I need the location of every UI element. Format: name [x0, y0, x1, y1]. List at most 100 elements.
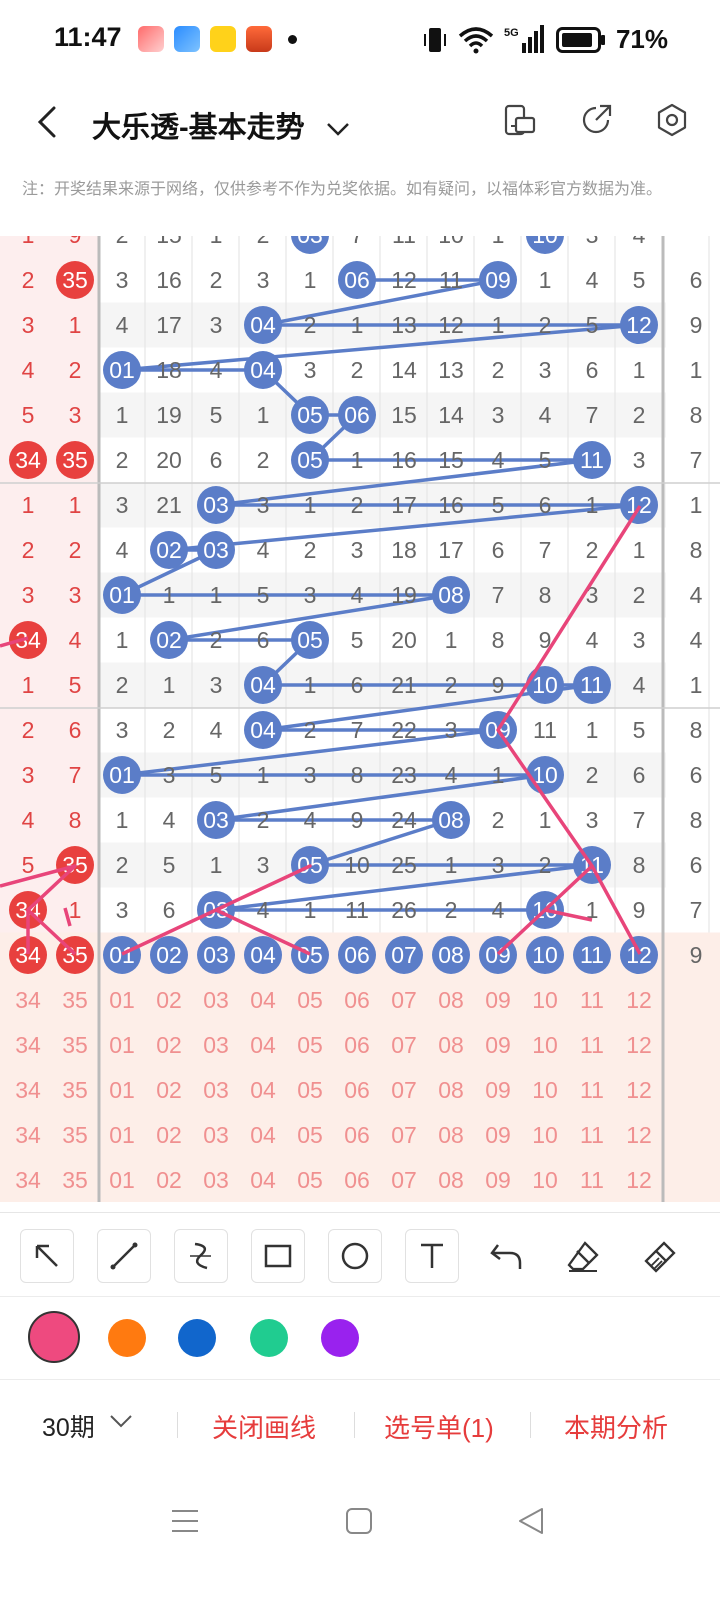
cell-value: 4 [351, 582, 364, 608]
curve-tool-icon [190, 1242, 211, 1270]
select-cell: 12 [626, 1077, 652, 1103]
home-nav-icon[interactable] [344, 1506, 374, 1536]
select-cell: 01 [109, 1167, 135, 1193]
cell-value: 9 [690, 942, 703, 968]
select-cell: 02 [156, 987, 182, 1013]
cell-value: 8 [690, 402, 703, 428]
cell-value: 1 [22, 236, 35, 248]
swatch-green[interactable] [250, 1319, 288, 1357]
cell-value: 4 [210, 717, 223, 743]
swatch-blue[interactable] [178, 1319, 216, 1357]
back-nav-icon[interactable] [516, 1506, 546, 1536]
period-selector[interactable]: 30期 [42, 1408, 95, 1444]
select-cell: 04 [250, 987, 276, 1013]
cell-value: 5 [351, 627, 364, 653]
cell-value: 4 [22, 357, 35, 383]
cell-value: 6 [351, 672, 364, 698]
analysis-button[interactable]: 本期分析 [564, 1408, 668, 1445]
pick-list-button[interactable]: 选号单(1) [384, 1408, 494, 1445]
text-tool-button[interactable] [405, 1229, 459, 1283]
cell-value: 2 [116, 236, 129, 248]
cell-value: 1 [304, 897, 317, 923]
cell-value: 3 [633, 627, 646, 653]
swatch-purple[interactable] [321, 1319, 359, 1357]
vibrate-icon [423, 27, 446, 52]
cell-value: 14 [391, 357, 417, 383]
trend-chart-canvas[interactable]: 1921512037111011034235316231061211091456… [0, 216, 720, 1202]
cell-value: 3 [116, 492, 129, 518]
cell-value: 3 [69, 402, 82, 428]
circle-tool-button[interactable] [328, 1229, 382, 1283]
swatch-orange[interactable] [108, 1319, 146, 1357]
cell-value: 1 [22, 492, 35, 518]
cell-value: 17 [438, 537, 464, 563]
cell-value: 16 [391, 447, 417, 473]
menu-nav-icon[interactable] [170, 1506, 200, 1536]
share-icon[interactable] [578, 102, 614, 138]
cell-value: 2 [539, 852, 552, 878]
battery-icon [555, 26, 605, 53]
cell-value: 3 [210, 672, 223, 698]
ball-number: 06 [344, 402, 370, 428]
back-arrow-icon[interactable] [30, 102, 70, 142]
cell-value: 2 [257, 236, 270, 248]
select-cell: 10 [532, 1077, 558, 1103]
arrow-tool-button[interactable] [20, 1229, 74, 1283]
select-cell: 12 [626, 987, 652, 1013]
ball-number: 35 [62, 447, 88, 473]
cell-value: 3 [304, 762, 317, 788]
cell-value: 11 [439, 267, 463, 293]
divider [530, 1412, 531, 1438]
close-lines-button[interactable]: 关闭画线 [212, 1408, 316, 1445]
cell-value: 2 [257, 807, 270, 833]
cell-value: 12 [438, 312, 464, 338]
select-cell: 35 [62, 987, 88, 1013]
ball-number: 34 [15, 447, 41, 473]
settings-icon[interactable] [654, 102, 690, 138]
chevron-down-icon[interactable] [325, 120, 351, 138]
cell-value: 6 [163, 897, 176, 923]
cell-value: 1 [304, 672, 317, 698]
cell-value: 4 [304, 807, 317, 833]
curve-tool-button[interactable] [174, 1229, 228, 1283]
eraser-button[interactable] [565, 1239, 605, 1279]
chevron-down-icon[interactable] [108, 1412, 134, 1430]
cell-value: 1 [492, 762, 505, 788]
ball-number: 11 [580, 672, 604, 698]
cell-value: 20 [156, 447, 182, 473]
cell-value: 10 [438, 236, 464, 248]
cell-value: 6 [690, 762, 703, 788]
page-title[interactable]: 大乐透-基本走势 [92, 104, 351, 146]
text-tool-icon [421, 1243, 443, 1268]
cell-value: 1 [586, 717, 599, 743]
select-cell: 09 [485, 1077, 511, 1103]
rectangle-tool-icon [264, 1244, 292, 1268]
undo-button[interactable] [488, 1239, 528, 1279]
cell-value: 7 [69, 762, 82, 788]
trend-chart[interactable]: 1921512037111011034235316231061211091456… [0, 216, 720, 1202]
select-cell: 07 [391, 1122, 417, 1148]
swatch-pink[interactable] [28, 1311, 80, 1363]
select-cell: 07 [391, 1167, 417, 1193]
cell-value: 1 [257, 402, 270, 428]
cell-value: 3 [492, 402, 505, 428]
cell-value: 3 [257, 852, 270, 878]
rotate-screen-icon[interactable] [502, 102, 538, 138]
cell-value: 3 [22, 762, 35, 788]
signal-5g-icon: 5G [504, 24, 544, 53]
cell-value: 3 [210, 312, 223, 338]
rectangle-tool-button[interactable] [251, 1229, 305, 1283]
ball-number: 11 [580, 942, 604, 968]
select-cell: 34 [15, 1122, 41, 1148]
cake-app-icon [246, 26, 272, 52]
cell-value: 2 [210, 267, 223, 293]
select-cell: 03 [203, 1077, 229, 1103]
clear-button[interactable] [642, 1239, 682, 1279]
cell-value: 4 [539, 402, 552, 428]
ball-number: 02 [156, 627, 182, 653]
line-tool-button[interactable] [97, 1229, 151, 1283]
select-cell: 10 [532, 987, 558, 1013]
ball-number: 04 [250, 357, 276, 383]
select-cell: 35 [62, 1122, 88, 1148]
cell-value: 1 [69, 312, 82, 338]
